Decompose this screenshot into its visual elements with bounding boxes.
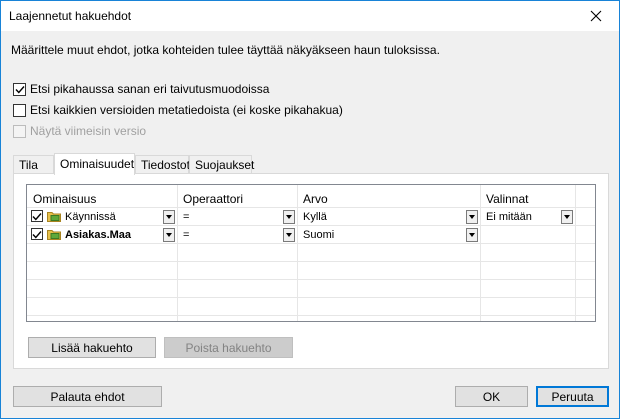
chevron-down-icon xyxy=(469,233,475,237)
latest-version-checkbox xyxy=(13,124,26,138)
all-versions-checkbox[interactable] xyxy=(13,103,26,117)
all-versions-label: Etsi kaikkien versioiden metatiedoista (… xyxy=(30,103,343,117)
inflected-forms-label: Etsi pikahaussa sanan eri taivutusmuodoi… xyxy=(30,82,270,96)
property-icon xyxy=(47,230,61,240)
value-dropdown[interactable] xyxy=(466,210,478,224)
tab-suojaukset[interactable]: Suojaukset xyxy=(189,155,254,174)
property-dropdown[interactable] xyxy=(163,210,175,224)
inflected-forms-checkbox[interactable] xyxy=(13,82,26,96)
row-property: Asiakas.Maa xyxy=(65,229,132,241)
column-header-property: Ominaisuus xyxy=(33,192,97,206)
option-all-versions[interactable]: Etsi kaikkien versioiden metatiedoista (… xyxy=(13,102,343,118)
row-options: Ei mitään xyxy=(486,211,532,223)
option-inflected-forms[interactable]: Etsi pikahaussa sanan eri taivutusmuodoi… xyxy=(13,81,269,97)
close-button[interactable] xyxy=(573,1,619,31)
chevron-down-icon xyxy=(286,233,292,237)
column-header-operator: Operaattori xyxy=(183,192,244,206)
properties-panel: Ominaisuus Operaattori Arvo Valinnat Käy… xyxy=(13,173,609,369)
chevron-down-icon xyxy=(166,233,172,237)
options-dropdown[interactable] xyxy=(561,210,573,224)
row-checkbox[interactable] xyxy=(31,210,43,222)
cancel-button[interactable]: Peruuta xyxy=(536,386,609,407)
add-condition-button[interactable]: Lisää hakuehto xyxy=(28,337,156,358)
row-property: Käynnissä xyxy=(65,211,116,223)
remove-condition-button: Poista hakuehto xyxy=(164,337,293,358)
row-operator: = xyxy=(183,211,190,223)
latest-version-label: Näytä viimeisin versio xyxy=(30,124,147,138)
checkmark-icon xyxy=(32,230,42,239)
dialog-description: Määrittele muut ehdot, jotka kohteiden t… xyxy=(11,43,440,57)
ok-button[interactable]: OK xyxy=(455,386,528,407)
row-checkbox[interactable] xyxy=(31,228,43,240)
operator-dropdown[interactable] xyxy=(283,210,295,224)
option-latest-version: Näytä viimeisin versio xyxy=(13,123,146,139)
tab-tila[interactable]: Tila xyxy=(13,155,54,174)
chevron-down-icon xyxy=(469,215,475,219)
property-dropdown[interactable] xyxy=(163,228,175,242)
reset-conditions-button[interactable]: Palauta ehdot xyxy=(13,386,162,407)
checkmark-icon xyxy=(14,85,25,94)
row-operator: = xyxy=(183,229,190,241)
tab-tiedostot[interactable]: Tiedostot xyxy=(135,155,190,174)
checkmark-icon xyxy=(32,212,42,221)
dialog-title: Laajennetut hakuehdot xyxy=(9,9,132,23)
chevron-down-icon xyxy=(286,215,292,219)
conditions-grid: Ominaisuus Operaattori Arvo Valinnat Käy… xyxy=(26,184,596,322)
dialog-window: Laajennetut hakuehdot Määrittele muut eh… xyxy=(0,0,620,419)
column-header-options: Valinnat xyxy=(486,192,529,206)
property-icon xyxy=(47,212,61,222)
value-dropdown[interactable] xyxy=(466,228,478,242)
chevron-down-icon xyxy=(166,215,172,219)
tab-ominaisuudet[interactable]: Ominaisuudet xyxy=(54,153,135,175)
title-bar: Laajennetut hakuehdot xyxy=(1,1,619,31)
row-value: Suomi xyxy=(303,229,335,241)
chevron-down-icon xyxy=(564,215,570,219)
operator-dropdown[interactable] xyxy=(283,228,295,242)
close-icon xyxy=(590,10,602,22)
row-value: Kyllä xyxy=(303,211,327,223)
column-header-value: Arvo xyxy=(303,192,328,206)
